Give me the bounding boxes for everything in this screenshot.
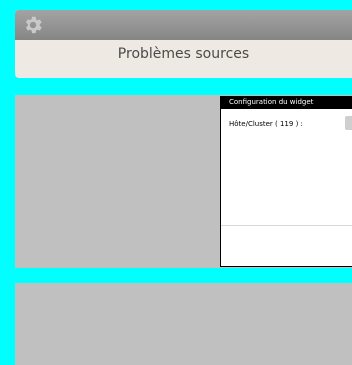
widget-panel-secondary <box>15 283 352 365</box>
host-cluster-select[interactable] <box>345 116 352 130</box>
page-title: Problèmes sources <box>117 46 250 62</box>
widget-config-dialog: Configuration du widget Hôte/Cluster ( 1… <box>220 96 352 267</box>
dialog-title: Configuration du widget <box>221 96 352 109</box>
widget-header: Problèmes sources <box>15 10 352 78</box>
gear-icon[interactable] <box>22 14 44 36</box>
dialog-divider <box>221 225 352 226</box>
widget-header-bar <box>15 10 352 40</box>
host-cluster-label: Hôte/Cluster ( 119 ) : <box>229 120 303 128</box>
